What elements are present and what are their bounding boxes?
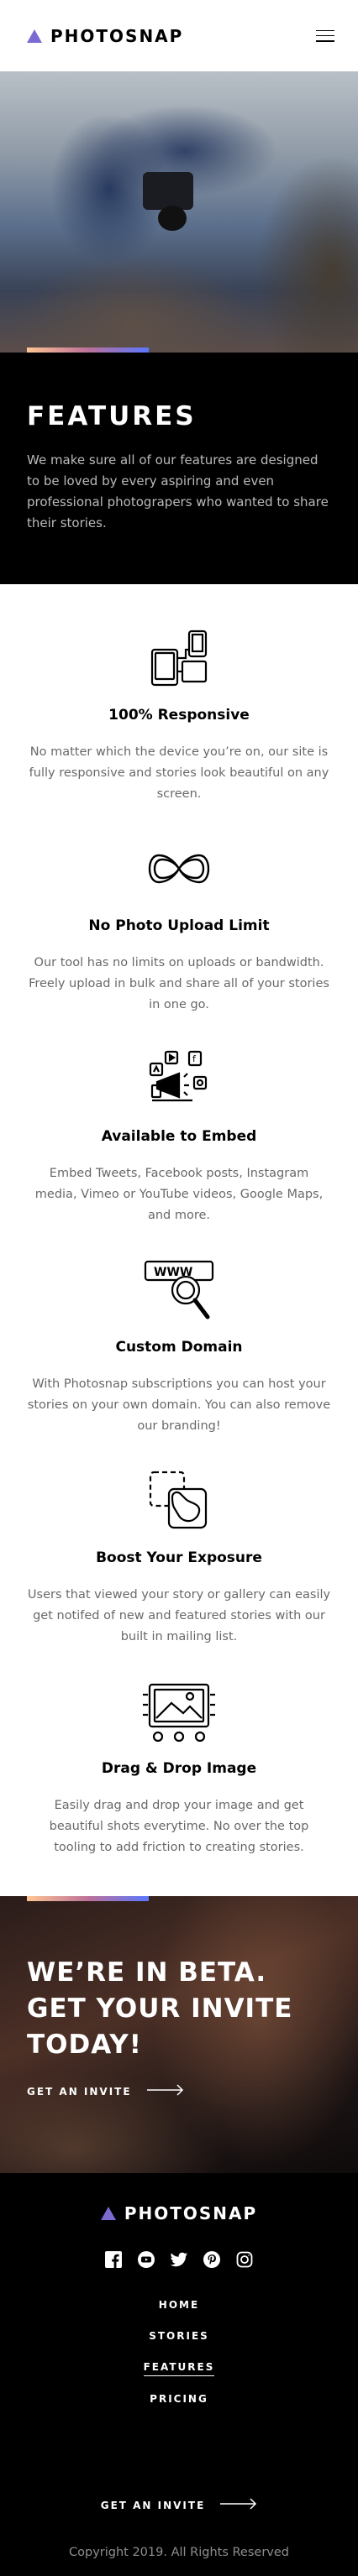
feature-description: Our tool has no limits on uploads or ban… — [29, 956, 329, 1011]
embed-icon: f — [24, 1046, 334, 1113]
site-footer: PHOTOSNAP HOME STORIES FEATURES PRICING … — [0, 2173, 358, 2576]
feature-item: No Photo Upload Limit Our tool has no li… — [24, 835, 334, 1016]
page-title: FEATURES — [27, 401, 197, 431]
features-list: 100% Responsive No matter which the devi… — [0, 584, 358, 1896]
pinterest-icon[interactable] — [203, 2250, 221, 2269]
feature-description: Easily drag and drop your image and get … — [49, 1799, 309, 1854]
feature-title: Drag & Drop Image — [101, 1760, 257, 1777]
feature-title: 100% Responsive — [108, 707, 250, 724]
brand-logo[interactable]: PHOTOSNAP — [27, 26, 183, 46]
get-invite-link[interactable]: GET AN INVITE — [27, 2084, 331, 2098]
features-intro: FEATURES We make sure all of our feature… — [0, 353, 358, 584]
footer-get-invite-label: GET AN INVITE — [100, 2499, 206, 2511]
feature-description: No matter which the device you’re on, ou… — [29, 745, 329, 801]
footer-nav-features[interactable]: FEATURES — [143, 2361, 215, 2376]
get-invite-label: GET AN INVITE — [27, 2085, 132, 2098]
responsive-icon — [24, 624, 334, 692]
arrow-right-icon — [220, 2498, 257, 2512]
beta-invite-banner: WE’RE IN BETA. GET YOUR INVITE TODAY! GE… — [0, 1896, 358, 2173]
feature-description: With Photosnap subscriptions you can hos… — [27, 1377, 331, 1433]
footer-logo[interactable]: PHOTOSNAP — [0, 2203, 358, 2223]
drag-drop-icon — [24, 1678, 334, 1745]
logo-triangle-icon — [27, 29, 42, 43]
feature-title: Custom Domain — [115, 1339, 243, 1356]
feature-description: Users that viewed your story or gallery … — [27, 1588, 331, 1643]
svg-text:f: f — [192, 1053, 197, 1064]
custom-domain-icon: WWW — [24, 1257, 334, 1324]
social-links — [0, 2250, 358, 2269]
feature-item: Boost Your Exposure Users that viewed yo… — [24, 1467, 334, 1648]
feature-item: WWW Custom Domain With Photosnap subscri… — [24, 1257, 334, 1437]
footer-get-invite-link[interactable]: GET AN INVITE — [0, 2498, 358, 2512]
youtube-icon[interactable] — [137, 2250, 155, 2269]
footer-nav-stories[interactable]: STORIES — [149, 2330, 209, 2344]
beta-heading: WE’RE IN BETA. GET YOUR INVITE TODAY! — [27, 1957, 293, 2060]
footer-nav-home[interactable]: HOME — [159, 2299, 199, 2313]
twitter-icon[interactable] — [170, 2250, 188, 2269]
feature-description: Embed Tweets, Facebook posts, Instagram … — [34, 1167, 324, 1222]
intro-text: We make sure all of our features are des… — [27, 452, 329, 530]
feature-title: Available to Embed — [101, 1128, 257, 1145]
arrow-right-icon — [146, 2084, 184, 2098]
site-header: PHOTOSNAP — [0, 0, 358, 71]
hero-image — [0, 71, 358, 353]
logo-triangle-icon — [100, 2207, 116, 2220]
feature-item: f Available to Embed Embed Tweets, Faceb… — [24, 1046, 334, 1226]
feature-title: No Photo Upload Limit — [88, 917, 270, 934]
feature-item: Drag & Drop Image Easily drag and drop y… — [24, 1678, 334, 1858]
facebook-icon[interactable] — [104, 2250, 123, 2269]
brand-name: PHOTOSNAP — [50, 25, 184, 46]
footer-nav-pricing[interactable]: PRICING — [150, 2393, 208, 2407]
hero-lens-shape — [158, 206, 187, 231]
hamburger-icon[interactable] — [316, 29, 334, 42]
footer-nav: HOME STORIES FEATURES PRICING — [0, 2299, 358, 2407]
boost-exposure-icon — [24, 1467, 334, 1534]
infinity-icon — [24, 835, 334, 902]
accent-gradient-bar — [27, 347, 149, 353]
copyright-text: Copyright 2019. All Rights Reserved — [69, 2546, 289, 2559]
feature-item: 100% Responsive No matter which the devi… — [24, 624, 334, 805]
brand-name: PHOTOSNAP — [124, 2203, 258, 2223]
instagram-icon[interactable] — [235, 2250, 254, 2269]
accent-gradient-bar — [27, 1896, 149, 1901]
hero-camera-shape — [143, 172, 193, 210]
feature-title: Boost Your Exposure — [96, 1549, 262, 1566]
